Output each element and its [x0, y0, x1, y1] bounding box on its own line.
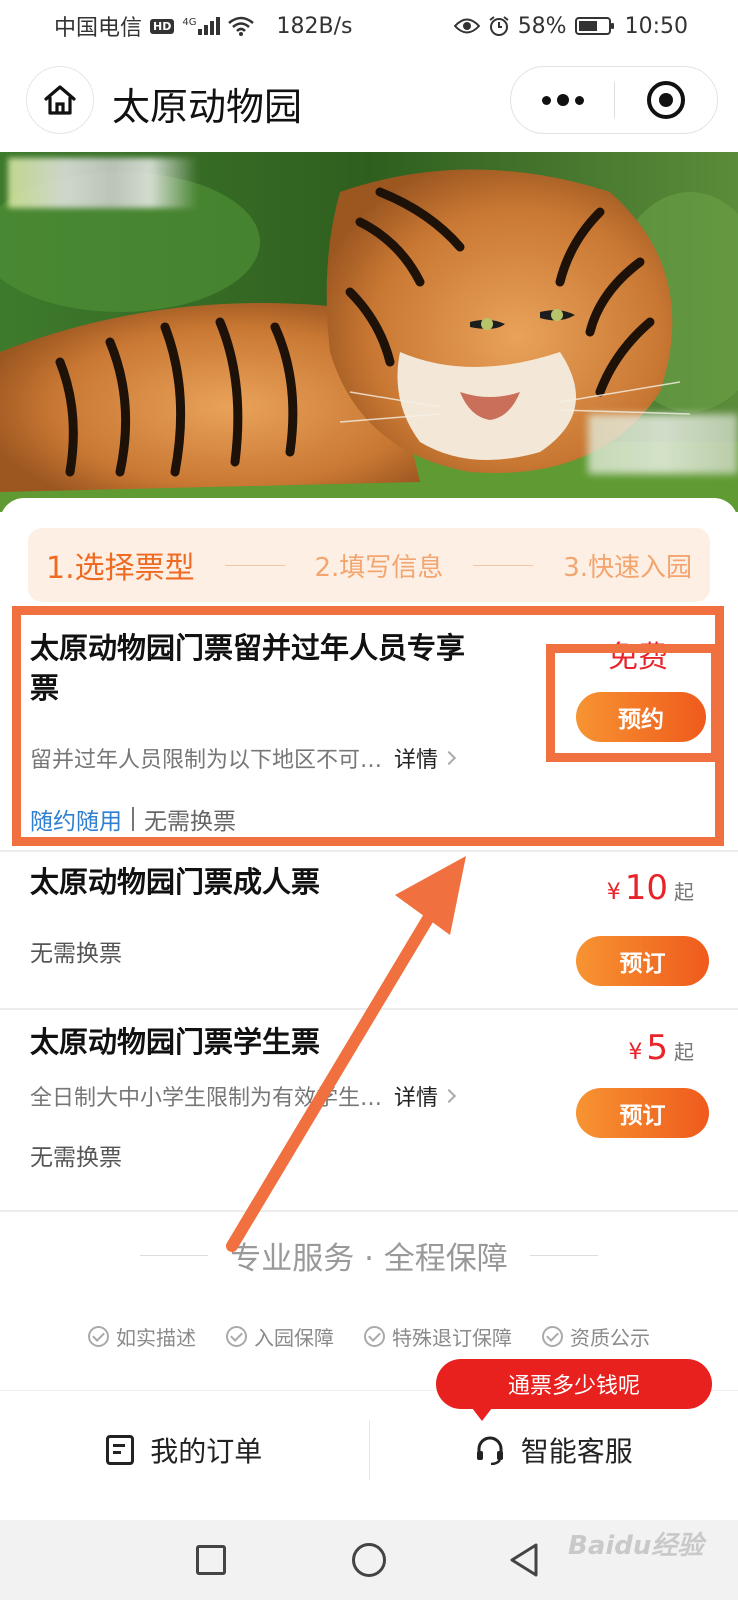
guarantee-item: 特殊退订保障	[364, 1322, 512, 1351]
price-suffix: 起	[674, 1040, 694, 1064]
guarantee-label: 如实描述	[116, 1326, 196, 1350]
ticket-desc-text: 全日制大中小学生限制为有效学生…	[30, 1086, 383, 1111]
carrier-label: 中国电信	[54, 16, 143, 41]
support-suggestion-bubble[interactable]: 通票多少钱呢	[436, 1359, 712, 1421]
ticket-description: 全日制大中小学生限制为有效学生… 详情	[30, 1080, 457, 1112]
guarantee-item[interactable]: 资质公示	[542, 1322, 650, 1351]
step-divider	[224, 564, 285, 566]
my-orders-button[interactable]: 我的订单	[0, 1430, 369, 1470]
price-value: 5	[646, 1028, 668, 1068]
detail-label: 详情	[394, 1086, 439, 1111]
service-divider	[529, 1254, 598, 1256]
service-divider	[140, 1254, 209, 1256]
close-miniprogram-button[interactable]	[615, 67, 717, 133]
check-circle-icon	[364, 1326, 385, 1347]
step-select-ticket: 1.选择票型	[46, 551, 195, 586]
price-value: 10	[624, 868, 668, 908]
order-list-icon	[106, 1434, 135, 1465]
home-icon	[44, 85, 76, 115]
battery-icon	[574, 17, 614, 35]
network-label: 4G	[182, 17, 197, 28]
pixelated-watermark	[8, 158, 198, 208]
wifi-icon	[228, 16, 255, 36]
miniprogram-capsule	[510, 66, 718, 134]
step-fill-info: 2.填写信息	[314, 552, 444, 583]
my-orders-label: 我的订单	[150, 1434, 263, 1468]
booking-steps: 1.选择票型 2.填写信息 3.快速入园	[28, 528, 710, 602]
check-circle-icon	[226, 1326, 247, 1347]
network-speed: 182B/s	[276, 13, 353, 39]
guarantee-list: 如实描述 入园保障 特殊退订保障 资质公示	[0, 1322, 738, 1351]
step-enter-park: 3.快速入园	[563, 552, 692, 583]
book-button[interactable]: 预订	[576, 1088, 709, 1138]
alarm-icon	[489, 16, 509, 36]
recent-apps-button[interactable]	[196, 1545, 226, 1575]
ticket-note: 无需换票	[30, 1145, 122, 1171]
smart-support-button[interactable]: 智能客服	[370, 1430, 738, 1470]
hero-banner	[0, 152, 738, 512]
ticket-title: 太原动物园门票学生票	[30, 1025, 321, 1059]
ticket-title: 太原动物园门票成人票	[30, 865, 321, 899]
ticket-note: 无需换票	[30, 941, 122, 967]
currency-symbol: ¥	[606, 880, 621, 905]
detail-link[interactable]: 详情	[394, 1080, 457, 1112]
baidu-watermark: Baidu经验	[568, 1531, 704, 1561]
page-title: 太原动物园	[112, 85, 303, 129]
ticket-price: ¥ 10 起	[607, 868, 694, 908]
home-button[interactable]	[26, 66, 94, 134]
nav-bar: 太原动物园	[0, 52, 738, 152]
step-divider	[473, 564, 534, 566]
guarantee-item: 入园保障	[226, 1322, 334, 1351]
service-header: 专业服务 · 全程保障	[0, 1230, 738, 1280]
smart-support-label: 智能客服	[520, 1434, 633, 1468]
ticket-price: ¥ 5 起	[628, 1028, 694, 1068]
annotation-highlight-button	[546, 644, 720, 762]
ticket-row[interactable]: 太原动物园门票学生票 ¥ 5 起 全日制大中小学生限制为有效学生… 详情 预订 …	[0, 1010, 738, 1212]
book-button[interactable]: 预订	[576, 936, 709, 986]
service-title: 专业服务 · 全程保障	[230, 1240, 508, 1277]
guarantee-item: 如实描述	[88, 1322, 196, 1351]
headset-icon	[476, 1436, 503, 1465]
guarantee-label: 入园保障	[254, 1326, 334, 1350]
check-circle-icon	[542, 1326, 563, 1347]
signal-icon: 4G	[182, 17, 221, 35]
home-system-button[interactable]	[352, 1543, 386, 1577]
check-circle-icon	[88, 1326, 109, 1347]
status-bar: 中国电信 HD 4G 182B/s 58% 10:50	[0, 0, 738, 52]
price-suffix: 起	[674, 880, 694, 904]
pixelated-watermark	[588, 414, 738, 474]
battery-percent: 58%	[517, 13, 567, 39]
ticket-row[interactable]: 太原动物园门票成人票 ¥ 10 起 无需换票 预订	[0, 852, 738, 1010]
hd-icon: HD	[150, 18, 175, 34]
target-icon	[647, 81, 685, 119]
back-button[interactable]	[508, 1542, 540, 1578]
more-button[interactable]	[511, 67, 614, 133]
eye-icon	[453, 18, 480, 34]
guarantee-label: 资质公示	[570, 1326, 650, 1350]
currency-symbol: ¥	[628, 1040, 643, 1065]
guarantee-label: 特殊退订保障	[392, 1326, 512, 1350]
chevron-right-icon	[441, 1088, 457, 1104]
clock: 10:50	[624, 13, 688, 39]
